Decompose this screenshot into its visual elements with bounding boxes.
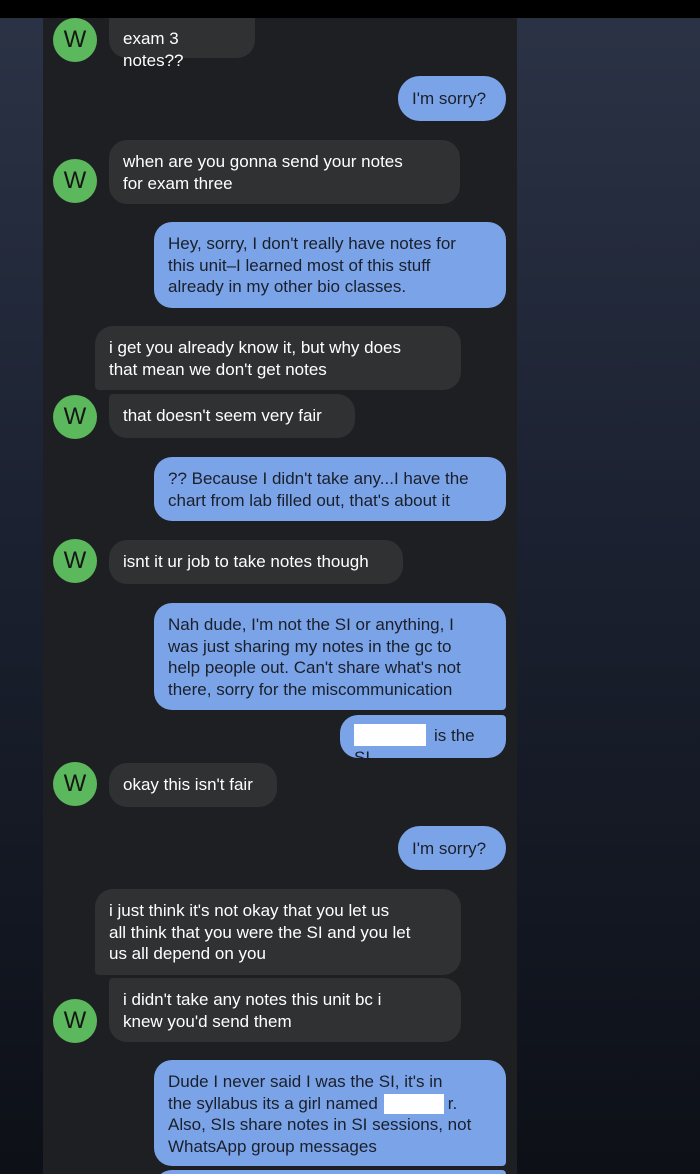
contact-avatar[interactable]: W bbox=[53, 999, 97, 1043]
message-bubble-received[interactable]: i just think it's not okay that you let … bbox=[95, 889, 461, 975]
message-text: okay this isn't fair bbox=[123, 775, 253, 794]
message-text: i get you already know it, but why does … bbox=[109, 338, 401, 379]
message-text: i just think it's not okay that you let … bbox=[109, 901, 411, 963]
message-bubble-sent[interactable]: Hey, sorry, I don't really have notes fo… bbox=[154, 222, 506, 308]
message-bubble-sent[interactable]: I'm sorry? bbox=[398, 826, 506, 870]
message-text: i didn't take any notes this unit bc i k… bbox=[123, 990, 382, 1031]
message-text: exam 3 notes?? bbox=[123, 29, 184, 70]
message-bubble-received[interactable]: i didn't take any notes this unit bc i k… bbox=[109, 978, 461, 1042]
contact-avatar[interactable]: W bbox=[53, 18, 97, 62]
message-bubble-sent[interactable] bbox=[154, 1170, 506, 1174]
message-text: I'm sorry? bbox=[412, 89, 487, 108]
message-text: Nah dude, I'm not the SI or anything, I … bbox=[168, 615, 461, 699]
redacted-name bbox=[354, 724, 426, 747]
message-bubble-received[interactable]: i get you already know it, but why does … bbox=[95, 326, 461, 390]
contact-avatar[interactable]: W bbox=[53, 762, 97, 806]
contact-avatar[interactable]: W bbox=[53, 159, 97, 203]
message-bubble-sent[interactable]: Dude I never said I was the SI, it's in … bbox=[154, 1060, 506, 1166]
message-text: ?? Because I didn't take any...I have th… bbox=[168, 469, 469, 510]
chat-thread[interactable]: W W W W W W exam 3 notes?? I'm sorry? wh… bbox=[43, 18, 517, 1174]
redacted-name bbox=[383, 1094, 444, 1115]
message-text: that doesn't seem very fair bbox=[123, 406, 322, 425]
message-text: r. bbox=[447, 1093, 458, 1113]
message-bubble-sent[interactable]: I'm sorry? bbox=[398, 76, 506, 121]
message-text: Also, SIs share notes in SI sessions, no… bbox=[168, 1115, 472, 1156]
message-text: isnt it ur job to take notes though bbox=[123, 552, 369, 571]
message-bubble-received[interactable]: isnt it ur job to take notes though bbox=[109, 540, 403, 584]
message-text: when are you gonna send your notes for e… bbox=[123, 152, 403, 193]
message-bubble-sent[interactable]: Nah dude, I'm not the SI or anything, I … bbox=[154, 603, 506, 710]
message-text: Hey, sorry, I don't really have notes fo… bbox=[168, 234, 456, 296]
message-text: I'm sorry? bbox=[412, 839, 487, 858]
message-bubble-sent[interactable]: is the SI bbox=[340, 715, 506, 767]
message-bubble-received[interactable]: when are you gonna send your notes for e… bbox=[109, 140, 460, 204]
message-bubble-received[interactable]: that doesn't seem very fair bbox=[109, 394, 355, 438]
top-status-bar bbox=[0, 0, 700, 18]
message-bubble-received[interactable]: okay this isn't fair bbox=[109, 763, 277, 807]
contact-avatar[interactable]: W bbox=[53, 395, 97, 439]
message-bubble-sent[interactable]: ?? Because I didn't take any...I have th… bbox=[154, 457, 506, 521]
message-bubble-received[interactable]: exam 3 notes?? bbox=[109, 18, 255, 70]
contact-avatar[interactable]: W bbox=[53, 539, 97, 583]
